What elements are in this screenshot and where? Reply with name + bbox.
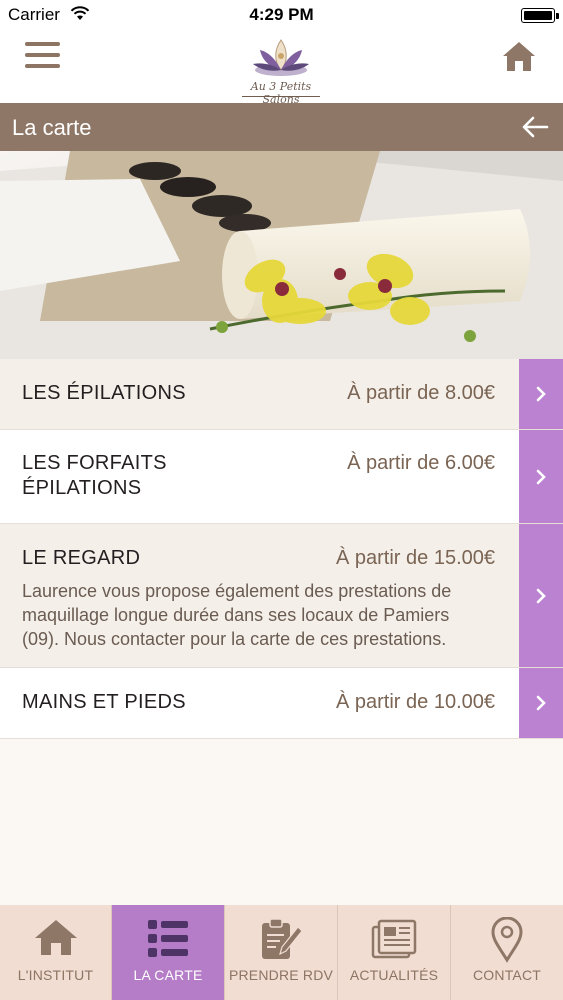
item-price: À partir de 15.00€ xyxy=(336,547,495,569)
hamburger-icon xyxy=(25,42,60,46)
back-button[interactable] xyxy=(521,115,549,139)
page-title: La carte xyxy=(12,115,92,140)
chevron-right-icon xyxy=(536,386,546,402)
home-icon xyxy=(34,920,77,955)
newspaper-icon xyxy=(371,919,417,959)
item-description: Laurence vous propose également des pres… xyxy=(22,581,452,649)
item-title-line2: ÉPILATIONS xyxy=(22,477,142,499)
tab-label: PRENDRE RDV xyxy=(228,967,334,983)
list-item-mains-pieds[interactable]: MAINS ET PIEDS À partir de 10.00€ xyxy=(0,668,563,739)
clipboard-pen-icon xyxy=(262,918,303,959)
list-icon xyxy=(148,920,188,957)
item-title: MAINS ET PIEDS xyxy=(22,691,186,713)
chevron-right-button[interactable] xyxy=(519,668,563,738)
item-price: À partir de 8.00€ xyxy=(347,382,495,404)
tab-carte[interactable]: LA CARTE xyxy=(112,905,225,1000)
item-price: À partir de 6.00€ xyxy=(347,452,495,474)
chevron-right-button[interactable] xyxy=(519,359,563,429)
tab-label: L'INSTITUT xyxy=(17,967,94,983)
logo: Au 3 Petits Salons xyxy=(236,32,326,106)
tab-contact[interactable]: CONTACT xyxy=(451,905,563,1000)
item-price: À partir de 10.00€ xyxy=(336,691,495,713)
item-title: LE REGARD xyxy=(22,547,141,569)
chevron-right-button[interactable] xyxy=(519,524,563,667)
tab-label: LA CARTE xyxy=(133,967,203,983)
status-bar: Carrier 4:29 PM xyxy=(0,0,563,30)
tab-bar: L'INSTITUT LA CARTE PRENDRE RDV ACTUALIT… xyxy=(0,905,563,1000)
title-bar: La carte xyxy=(0,103,563,151)
menu-button[interactable] xyxy=(25,42,60,70)
list-item-regard[interactable]: LE REGARD À partir de 15.00€ Laurence vo… xyxy=(0,524,563,668)
battery-icon xyxy=(521,8,559,23)
chevron-right-icon xyxy=(536,695,546,711)
home-button[interactable] xyxy=(502,40,536,72)
chevron-right-icon xyxy=(536,469,546,484)
tab-rdv[interactable]: PRENDRE RDV xyxy=(225,905,338,1000)
item-title-line1: LES FORFAITS xyxy=(22,452,167,474)
service-list: LES ÉPILATIONS À partir de 8.00€ LES FOR… xyxy=(0,359,563,739)
lotus-icon xyxy=(253,39,309,76)
app-header: Au 3 Petits Salons xyxy=(0,30,563,106)
tab-institut[interactable]: L'INSTITUT xyxy=(0,905,112,1000)
tab-actualites[interactable]: ACTUALITÉS xyxy=(338,905,451,1000)
chevron-right-icon xyxy=(536,588,546,603)
map-pin-icon xyxy=(491,917,523,963)
hero-image xyxy=(0,151,563,359)
clock: 4:29 PM xyxy=(249,5,314,24)
chevron-right-button[interactable] xyxy=(519,430,563,523)
list-item-epilations[interactable]: LES ÉPILATIONS À partir de 8.00€ xyxy=(0,359,563,430)
tab-label: CONTACT xyxy=(472,967,542,983)
tab-label: ACTUALITÉS xyxy=(349,967,439,983)
item-title: LES ÉPILATIONS xyxy=(22,382,186,404)
list-item-forfaits[interactable]: LES FORFAITS ÉPILATIONS À partir de 6.00… xyxy=(0,430,563,524)
